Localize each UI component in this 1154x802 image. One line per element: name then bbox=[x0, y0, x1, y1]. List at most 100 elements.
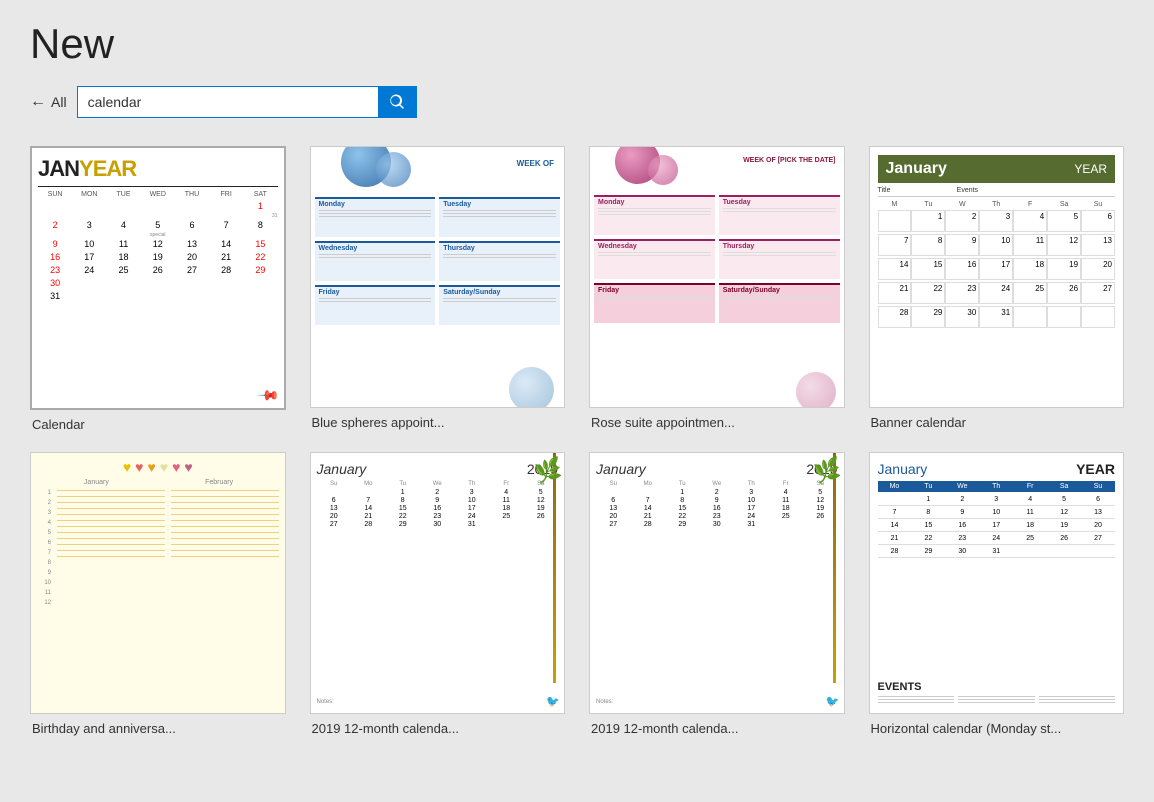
cal3-table: Monday Tuesday bbox=[594, 195, 840, 327]
template-item-blue-spheres[interactable]: WEEK OF Monday bbox=[310, 146, 566, 432]
cal1-divider bbox=[38, 186, 278, 187]
cal4-banner-month: January bbox=[886, 160, 947, 178]
template-item-birthday[interactable]: ♥ ♥ ♥ ♥ ♥ ♥ January February 1 bbox=[30, 452, 286, 736]
cal6-week2: 6789101112 bbox=[317, 497, 559, 504]
cal1-days-header: SUNMONTUEWEDTHUFRISAT bbox=[38, 191, 278, 198]
cal7-notes-label: Notes: bbox=[596, 699, 814, 705]
cal6-plant-stem bbox=[553, 453, 556, 683]
cal2-week-label: WEEK OF bbox=[517, 159, 554, 168]
cal7-week2: 6789101112 bbox=[596, 497, 838, 504]
cal2-day-tue: Tuesday bbox=[439, 197, 560, 237]
cal4-sub-header: Title Events bbox=[878, 187, 1116, 197]
cal3-row2: Wednesday Thursday bbox=[594, 239, 840, 279]
cal3-day-wed: Wednesday bbox=[594, 239, 715, 279]
cal7-bird-icon: 🐦 bbox=[826, 695, 840, 708]
cal5-hearts: ♥ ♥ ♥ ♥ ♥ ♥ bbox=[37, 459, 279, 475]
template-label-birthday: Birthday and anniversa... bbox=[30, 721, 176, 736]
cal3-bottom-sphere bbox=[796, 372, 836, 407]
cal7-plant-top: 🌿 bbox=[812, 456, 843, 486]
cal3-row1: Monday Tuesday bbox=[594, 195, 840, 235]
cal6-bird-icon: 🐦 bbox=[546, 695, 560, 708]
template-item-rose-suite[interactable]: WEEK OF [PICK THE DATE] Monday bbox=[589, 146, 845, 432]
cal1-week6: 30 bbox=[38, 277, 278, 289]
cal4-banner-year: YEAR bbox=[1074, 162, 1107, 176]
cal8-week3: 14151617181920 bbox=[878, 520, 1116, 532]
cal2-preview: WEEK OF Monday bbox=[311, 147, 565, 407]
cal7-preview: January 2019 SuMoTuWeThFrSa 12345 678910… bbox=[590, 453, 844, 713]
cal1-jan: JAN bbox=[38, 156, 79, 181]
cal6-preview: January 2019 SuMoTuWeThFrSa 12345 678910… bbox=[311, 453, 565, 713]
cal3-week-label: WEEK OF [PICK THE DATE] bbox=[743, 157, 835, 164]
cal6-plant-top: 🌿 bbox=[533, 456, 564, 486]
template-preview-banner: January YEAR Title Events MTuWThFSaSu 1 … bbox=[870, 147, 1124, 407]
template-thumb-2019-1: January 2019 SuMoTuWeThFrSa 12345 678910… bbox=[310, 452, 566, 714]
search-button[interactable] bbox=[378, 87, 416, 117]
cal7-week5: 2728293031 bbox=[596, 521, 838, 528]
cal6-week3: 13141516171819 bbox=[317, 505, 559, 512]
template-label-blue-spheres: Blue spheres appoint... bbox=[310, 415, 445, 430]
template-label-banner: Banner calendar bbox=[869, 415, 966, 430]
template-label-horizontal: Horizontal calendar (Monday st... bbox=[869, 721, 1062, 736]
cal3-preview: WEEK OF [PICK THE DATE] Monday bbox=[590, 147, 844, 407]
cal5-col2 bbox=[171, 490, 279, 606]
template-item-banner[interactable]: January YEAR Title Events MTuWThFSaSu 1 … bbox=[869, 146, 1125, 432]
cal8-header: January YEAR bbox=[878, 461, 1116, 477]
cal2-row2: Wednesday Thursday bbox=[315, 241, 561, 281]
cal4-events-col: Events bbox=[957, 187, 1115, 194]
cal1-week5: 23242526272829 bbox=[38, 264, 278, 276]
cal7-week1: 12345 bbox=[596, 489, 838, 496]
cal7-plant-stem bbox=[833, 453, 836, 683]
cal6-notes-label: Notes: bbox=[317, 699, 535, 705]
template-item-2019-1[interactable]: January 2019 SuMoTuWeThFrSa 12345 678910… bbox=[310, 452, 566, 736]
cal8-events-grid bbox=[878, 696, 1116, 705]
template-item-calendar[interactable]: JANYEAR SUNMONTUEWEDTHUFRISAT 1 31 23456… bbox=[30, 146, 286, 432]
cal6-header: January 2019 bbox=[317, 461, 559, 477]
cal3-day-tue: Tuesday bbox=[719, 195, 840, 235]
cal7-days-header: SuMoTuWeThFrSa bbox=[596, 481, 838, 487]
cal1-header: JANYEAR bbox=[38, 156, 278, 182]
template-item-horizontal[interactable]: January YEAR MoTuWeThFrSaSu 123456 78910… bbox=[869, 452, 1125, 736]
template-thumb-2019-2: January 2019 SuMoTuWeThFrSa 12345 678910… bbox=[589, 452, 845, 714]
cal4-week2: 7 8 9 10 11 12 13 bbox=[878, 234, 1116, 256]
cal5-months: January February bbox=[37, 479, 279, 486]
cal1-week7: 31 bbox=[38, 290, 278, 302]
cal7-month: January bbox=[596, 461, 646, 477]
cal6-week1: 12345 bbox=[317, 489, 559, 496]
template-preview-rose-suite: WEEK OF [PICK THE DATE] Monday bbox=[590, 147, 844, 407]
cal6-days-header: SuMoTuWeThFrSa bbox=[317, 481, 559, 487]
template-thumb-rose-suite: WEEK OF [PICK THE DATE] Monday bbox=[589, 146, 845, 408]
cal1-week2: 2345678 bbox=[38, 219, 278, 231]
cal8-event-col2 bbox=[958, 696, 1035, 705]
cal8-week5: 28293031 bbox=[878, 546, 1116, 558]
cal1-week3: 9101112131415 bbox=[38, 238, 278, 250]
back-link[interactable]: ← All bbox=[30, 93, 67, 111]
cal7-week3: 13141516171819 bbox=[596, 505, 838, 512]
cal5-preview: ♥ ♥ ♥ ♥ ♥ ♥ January February 1 bbox=[31, 453, 285, 713]
cal8-week2: 78910111213 bbox=[878, 507, 1116, 519]
cal4-title-col: Title bbox=[878, 187, 957, 194]
template-preview-2019-1: January 2019 SuMoTuWeThFrSa 12345 678910… bbox=[311, 453, 565, 713]
cal7-header: January 2019 bbox=[596, 461, 838, 477]
cal8-year: YEAR bbox=[1076, 461, 1115, 477]
template-preview-calendar: JANYEAR SUNMONTUEWEDTHUFRISAT 1 31 23456… bbox=[32, 148, 284, 408]
cal2-table: Monday Tuesday bbox=[315, 197, 561, 329]
template-item-2019-2[interactable]: January 2019 SuMoTuWeThFrSa 12345 678910… bbox=[589, 452, 845, 736]
template-thumb-banner: January YEAR Title Events MTuWThFSaSu 1 … bbox=[869, 146, 1125, 408]
cal4-week3: 14 15 16 17 18 19 20 bbox=[878, 258, 1116, 280]
cal4-days-row: MTuWThFSaSu bbox=[878, 201, 1116, 208]
cal8-week4: 21222324252627 bbox=[878, 533, 1116, 545]
template-thumb-blue-spheres: WEEK OF Monday bbox=[310, 146, 566, 408]
back-label: All bbox=[51, 94, 67, 110]
cal5-num-col: 1 2 3 4 5 6 7 8 9 10 11 12 bbox=[37, 490, 51, 606]
pin-icon: 📌 bbox=[257, 383, 281, 407]
search-row: ← All bbox=[30, 86, 1124, 118]
cal3-row3: Friday Saturday/Sunday bbox=[594, 283, 840, 323]
search-input[interactable] bbox=[78, 89, 378, 115]
template-preview-2019-2: January 2019 SuMoTuWeThFrSa 12345 678910… bbox=[590, 453, 844, 713]
template-preview-birthday: ♥ ♥ ♥ ♥ ♥ ♥ January February 1 bbox=[31, 453, 285, 713]
cal2-day-fri: Friday bbox=[315, 285, 436, 325]
cal3-day-mon: Monday bbox=[594, 195, 715, 235]
template-preview-blue-spheres: WEEK OF Monday bbox=[311, 147, 565, 407]
cal4-preview: January YEAR Title Events MTuWThFSaSu 1 … bbox=[870, 147, 1124, 407]
page-title: New bbox=[30, 20, 1124, 68]
